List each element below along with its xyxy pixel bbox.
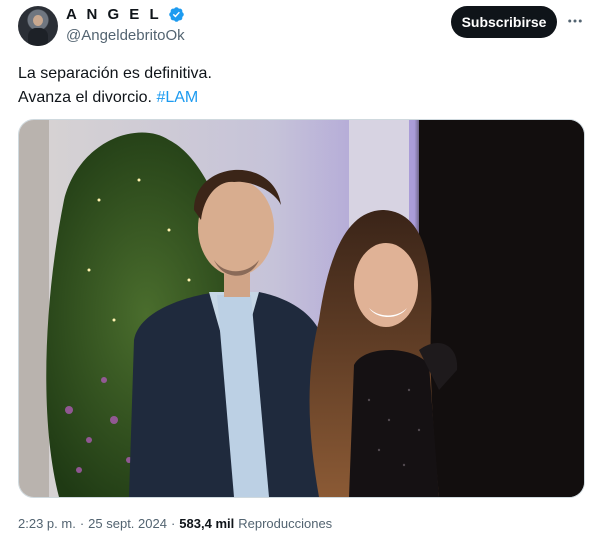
tweet-line-2: Avanza el divorcio. #LAM (18, 86, 578, 110)
tweet-line-1: La separación es definitiva. (18, 65, 212, 82)
account-name-row: A N G E L (66, 6, 185, 23)
avatar-head (33, 15, 43, 26)
account-name[interactable]: A N G E L (66, 6, 162, 23)
tweet-meta: 2:23 p. m. · 25 sept. 2024 · 583,4 mil R… (18, 516, 332, 531)
tweet-photo[interactable] (18, 119, 585, 498)
avatar[interactable] (18, 6, 58, 46)
account-handle[interactable]: @AngeldebritoOk (66, 27, 185, 44)
verified-badge-icon (168, 7, 184, 22)
subscribe-button[interactable]: Subscribirse (451, 6, 557, 38)
tweet-date[interactable]: 25 sept. 2024 (88, 516, 167, 531)
more-options-icon[interactable] (566, 12, 584, 30)
views-label: Reproducciones (238, 516, 333, 531)
avatar-body (28, 28, 48, 46)
meta-separator: · (79, 516, 85, 531)
hashtag-link[interactable]: #LAM (156, 89, 198, 106)
tweet-line-2-text: Avanza el divorcio. (18, 89, 157, 106)
more-horizontal-icon (568, 19, 582, 23)
views-count: 583,4 mil (179, 516, 235, 531)
tweet-text: La separación es definitiva. Avanza el d… (18, 62, 578, 110)
meta-separator-2: · (170, 516, 176, 531)
tweet-time[interactable]: 2:23 p. m. (18, 516, 76, 531)
couple-photo-illustration (19, 120, 584, 497)
